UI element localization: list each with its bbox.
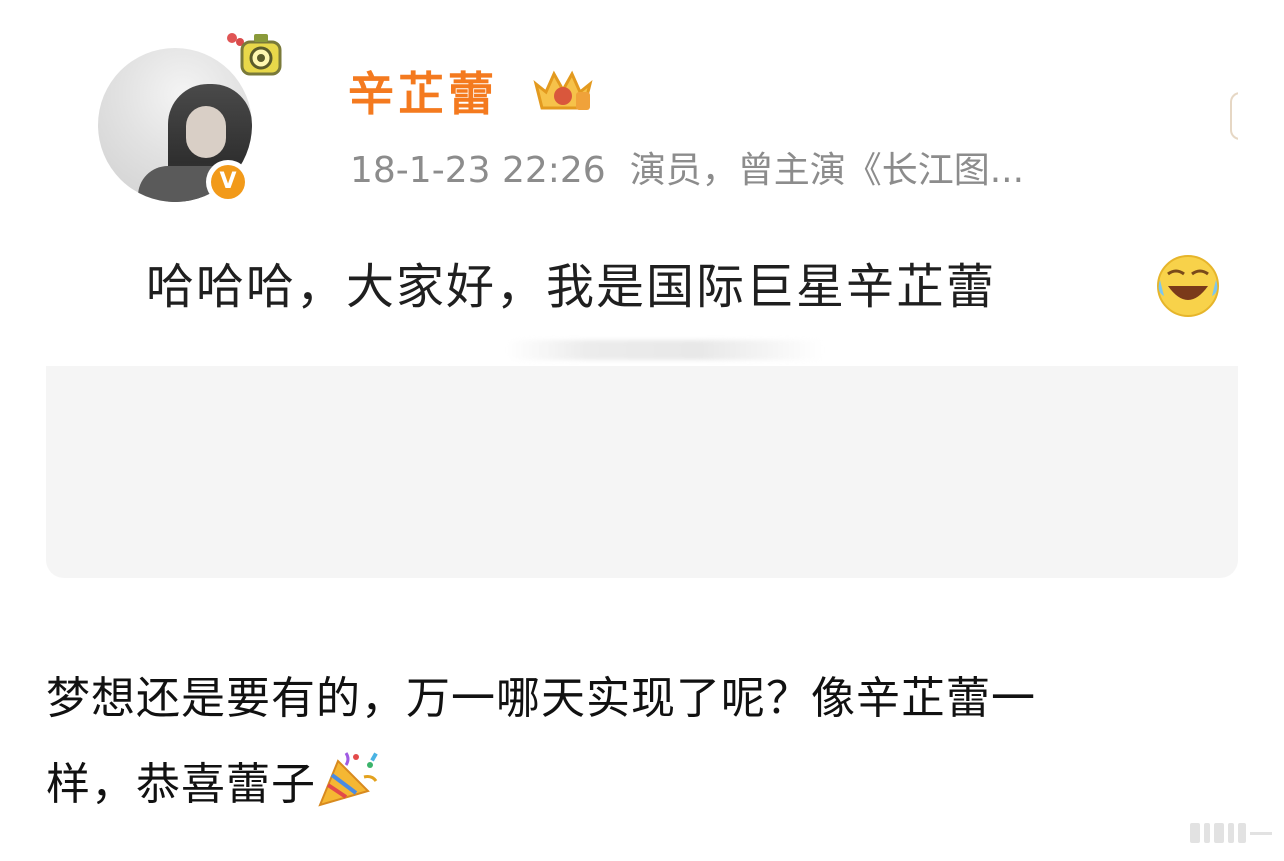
- crown-level-icon: [533, 70, 593, 110]
- avatar-pendant-icon: [227, 33, 282, 76]
- caption-line-2: 样，恭喜蕾子: [46, 742, 1226, 828]
- post-meta: 18-1-23 22:26 演员，曾主演《长江图...: [350, 146, 1024, 196]
- blurred-content: [506, 340, 826, 360]
- post-username[interactable]: 辛芷蕾: [348, 62, 498, 126]
- user-bio: 演员，曾主演《长江图...: [629, 150, 1025, 191]
- laugh-cry-emoji-icon: [1157, 255, 1219, 317]
- verified-v-icon: V: [211, 165, 245, 199]
- post-timestamp: 18-1-23 22:26: [350, 150, 606, 191]
- watermark-bars: [1190, 823, 1272, 843]
- caption-line-2-text: 样，恭喜蕾子: [46, 759, 316, 810]
- verified-badge: V: [206, 160, 250, 204]
- caption-line-1: 梦想还是要有的，万一哪天实现了呢？像辛芷蕾一: [46, 673, 1036, 724]
- avatar-face: [186, 106, 226, 158]
- side-edge: [1230, 92, 1238, 140]
- party-popper-emoji-icon: [318, 752, 378, 807]
- post-body-text: 哈哈哈，大家好，我是国际巨星辛芷蕾: [146, 259, 997, 315]
- quoted-post-card[interactable]: V 辛芷蕾 18-1-23 22:26 演员，曾主演《长江图... 哈哈哈，大家好…: [46, 0, 1238, 578]
- post-caption: 梦想还是要有的，万一哪天实现了呢？像辛芷蕾一 样，恭喜蕾子: [46, 656, 1226, 828]
